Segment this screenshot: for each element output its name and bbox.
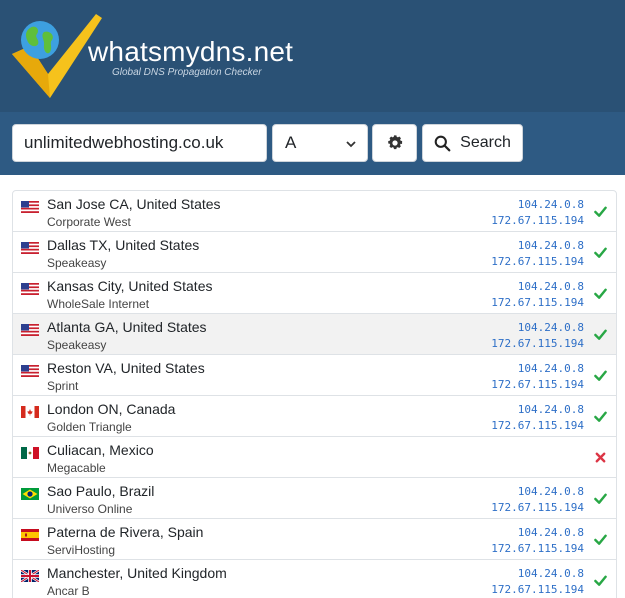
flag-us-icon <box>21 323 39 336</box>
result-ip[interactable]: 104.24.0.8 <box>491 402 584 418</box>
result-provider: WholeSale Internet <box>47 297 150 311</box>
result-ips: 104.24.0.8 172.67.115.194 <box>491 484 584 516</box>
result-ip[interactable]: 172.67.115.194 <box>491 213 584 229</box>
result-location: San Jose CA, United States <box>47 196 221 212</box>
result-row-london-on-canada[interactable]: London ON, Canada Golden Triangle 104.24… <box>13 396 616 437</box>
brand-tagline: Global DNS Propagation Checker <box>112 67 262 78</box>
result-ip[interactable]: 104.24.0.8 <box>491 566 584 582</box>
result-location: Paterna de Rivera, Spain <box>47 524 204 540</box>
search-icon <box>434 135 451 151</box>
check-icon <box>594 492 607 505</box>
check-icon <box>594 287 607 300</box>
result-ips: 104.24.0.8 172.67.115.194 <box>491 279 584 311</box>
result-ip[interactable]: 104.24.0.8 <box>491 279 584 295</box>
result-ips: 104.24.0.8 172.67.115.194 <box>491 197 584 229</box>
search-button-label: Search <box>460 134 511 151</box>
check-icon <box>594 205 607 218</box>
result-row-culiacan-mexico[interactable]: Culiacan, Mexico Megacable <box>13 437 616 478</box>
flag-mx-icon <box>21 446 39 459</box>
result-provider: Ancar B <box>47 584 90 598</box>
result-ip[interactable]: 172.67.115.194 <box>491 377 584 393</box>
result-location: Kansas City, United States <box>47 278 213 294</box>
chevron-down-icon <box>346 141 356 148</box>
result-location: Dallas TX, United States <box>47 237 200 253</box>
result-ip[interactable]: 172.67.115.194 <box>491 582 584 598</box>
result-row-atlanta-ga-united-states[interactable]: Atlanta GA, United States Speakeasy 104.… <box>13 314 616 355</box>
check-icon <box>594 533 607 546</box>
result-ip[interactable]: 104.24.0.8 <box>491 197 584 213</box>
result-ip[interactable]: 172.67.115.194 <box>491 541 584 557</box>
result-ip[interactable]: 104.24.0.8 <box>491 484 584 500</box>
search-button[interactable]: Search <box>422 124 523 162</box>
result-row-manchester-united-kingdom[interactable]: Manchester, United Kingdom Ancar B 104.2… <box>13 560 616 598</box>
flag-es-icon <box>21 528 39 541</box>
result-location: Reston VA, United States <box>47 360 205 376</box>
result-row-reston-va-united-states[interactable]: Reston VA, United States Sprint 104.24.0… <box>13 355 616 396</box>
result-ips: 104.24.0.8 172.67.115.194 <box>491 320 584 352</box>
settings-button[interactable] <box>372 124 417 162</box>
result-ip[interactable]: 104.24.0.8 <box>491 361 584 377</box>
record-type-select[interactable]: A <box>272 124 368 162</box>
result-provider: Megacable <box>47 461 106 475</box>
flag-gb-icon <box>20 569 40 583</box>
result-ip[interactable]: 172.67.115.194 <box>491 254 584 270</box>
result-row-paterna-de-rivera-spain[interactable]: Paterna de Rivera, Spain ServiHosting 10… <box>13 519 616 560</box>
result-provider: ServiHosting <box>47 543 116 557</box>
flag-us-icon <box>21 364 39 377</box>
result-row-kansas-city-united-states[interactable]: Kansas City, United States WholeSale Int… <box>13 273 616 314</box>
result-row-sao-paulo-brazil[interactable]: Sao Paulo, Brazil Universo Online 104.24… <box>13 478 616 519</box>
result-provider: Golden Triangle <box>47 420 132 434</box>
result-provider: Universo Online <box>47 502 133 516</box>
result-row-dallas-tx-united-states[interactable]: Dallas TX, United States Speakeasy 104.2… <box>13 232 616 273</box>
results-list: San Jose CA, United States Corporate Wes… <box>12 190 617 598</box>
flag-br-icon <box>21 487 39 500</box>
result-ip[interactable]: 172.67.115.194 <box>491 336 584 352</box>
check-icon <box>594 328 607 341</box>
result-ip[interactable]: 104.24.0.8 <box>491 320 584 336</box>
check-icon <box>594 369 607 382</box>
result-ip[interactable]: 104.24.0.8 <box>491 238 584 254</box>
result-ips: 104.24.0.8 172.67.115.194 <box>491 238 584 270</box>
gear-icon <box>387 135 402 150</box>
result-ips: 104.24.0.8 172.67.115.194 <box>491 361 584 393</box>
check-icon <box>594 246 607 259</box>
flag-us-icon <box>21 282 39 295</box>
flag-ca-icon <box>21 405 39 418</box>
result-location: Atlanta GA, United States <box>47 319 207 335</box>
result-ip[interactable]: 172.67.115.194 <box>491 500 584 516</box>
result-ip[interactable]: 172.67.115.194 <box>491 295 584 311</box>
result-ips: 104.24.0.8 172.67.115.194 <box>491 566 584 598</box>
result-location: Culiacan, Mexico <box>47 442 154 458</box>
domain-input[interactable] <box>12 124 267 162</box>
check-icon <box>594 574 607 587</box>
result-ips: 104.24.0.8 172.67.115.194 <box>491 525 584 557</box>
brand-name[interactable]: whatsmydns.net <box>88 36 293 68</box>
record-type-value: A <box>285 133 297 152</box>
result-ip[interactable]: 172.67.115.194 <box>491 418 584 434</box>
result-location: Manchester, United Kingdom <box>47 565 227 581</box>
flag-us-icon <box>21 241 39 254</box>
result-provider: Speakeasy <box>47 256 107 270</box>
result-provider: Sprint <box>47 379 79 393</box>
check-icon <box>594 410 607 423</box>
result-ip[interactable]: 104.24.0.8 <box>491 525 584 541</box>
result-location: London ON, Canada <box>47 401 176 417</box>
result-ips: 104.24.0.8 172.67.115.194 <box>491 402 584 434</box>
cross-icon <box>594 451 607 464</box>
result-provider: Corporate West <box>47 215 131 229</box>
result-provider: Speakeasy <box>47 338 107 352</box>
flag-us-icon <box>21 200 39 213</box>
result-location: Sao Paulo, Brazil <box>47 483 155 499</box>
result-row-san-jose-ca-united-states[interactable]: San Jose CA, United States Corporate Wes… <box>13 191 616 232</box>
